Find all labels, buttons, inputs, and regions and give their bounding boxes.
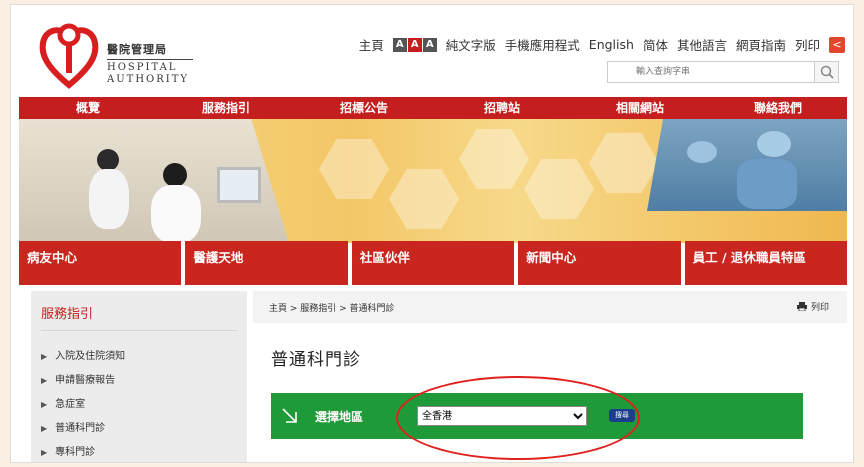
printer-icon xyxy=(796,302,807,311)
hospital-authority-logo-icon[interactable] xyxy=(37,19,101,89)
tab-patients-corner[interactable]: 病友中心 xyxy=(19,241,182,285)
search-button[interactable] xyxy=(814,62,838,82)
sidebar-item-admission[interactable]: ▶ 入院及住院須知 xyxy=(41,345,237,369)
nav-service-guide[interactable]: 服務指引 xyxy=(157,97,295,119)
tab-healthcare-professionals[interactable]: 醫護天地 xyxy=(185,241,348,285)
section-tabs: 病友中心 醫護天地 社區伙伴 新聞中心 員工 / 退休職員特區 xyxy=(19,241,848,285)
tab-news-centre[interactable]: 新聞中心 xyxy=(518,241,681,285)
site-guide-link[interactable]: 網頁指南 xyxy=(736,35,786,54)
banner-photo-surgery xyxy=(647,119,847,211)
sidebar-item-specialist-outpatient[interactable]: ▶ 專科門診 xyxy=(41,441,237,462)
font-medium-button[interactable]: A xyxy=(407,37,422,52)
english-link[interactable]: English xyxy=(589,37,634,52)
nav-contact-us[interactable]: 聯絡我們 xyxy=(709,97,847,119)
print-link[interactable]: 列印 xyxy=(795,35,820,54)
triangle-right-icon: ▶ xyxy=(41,376,48,385)
logo-text: 醫院管理局 HOSPITAL AUTHORITY xyxy=(107,41,193,86)
text-only-link[interactable]: 純文字版 xyxy=(446,35,496,54)
sidebar-item-medical-report[interactable]: ▶ 申請醫療報告 xyxy=(41,369,237,393)
triangle-right-icon: ▶ xyxy=(41,448,48,457)
font-size-switcher: A A A xyxy=(392,37,437,52)
nav-overview[interactable]: 概覽 xyxy=(19,97,157,119)
sidebar-item-emergency[interactable]: ▶ 急症室 xyxy=(41,393,237,417)
main-navigation: 概覽 服務指引 招標公告 招聘站 相關網站 聯絡我們 xyxy=(19,97,847,119)
simplified-chinese-link[interactable]: 简体 xyxy=(643,35,668,54)
search-icon xyxy=(820,65,834,79)
home-link[interactable]: 主頁 xyxy=(359,35,384,54)
tab-staff-retirees[interactable]: 員工 / 退休職員特區 xyxy=(684,241,848,285)
font-small-button[interactable]: A xyxy=(392,37,407,52)
logo-chinese-name: 醫院管理局 xyxy=(107,43,167,56)
site-search xyxy=(607,61,839,83)
sidebar-item-general-outpatient[interactable]: ▶ 普通科門診 xyxy=(41,417,237,441)
highlight-annotation-circle xyxy=(396,376,640,460)
tab-community-partners[interactable]: 社區伙伴 xyxy=(351,241,515,285)
top-utility-nav: 主頁 A A A 純文字版 手機應用程式 English 简体 其他語言 網頁指… xyxy=(359,35,845,54)
triangle-right-icon: ▶ xyxy=(41,352,48,361)
region-label: 選擇地區 xyxy=(315,410,364,424)
share-icon[interactable]: < xyxy=(829,36,845,53)
content-print-button[interactable]: 列印 xyxy=(796,300,829,313)
hero-banner xyxy=(19,119,847,243)
sidebar: 服務指引 ▶ 入院及住院須知 ▶ 申請醫療報告 ▶ 急症室 ▶ 普通科門診 ▶ 專科門診 xyxy=(31,291,247,462)
logo-english-line1: HOSPITAL xyxy=(107,62,178,73)
page-title: 普通科門診 xyxy=(271,350,361,370)
search-input[interactable] xyxy=(608,62,814,82)
nav-tenders[interactable]: 招標公告 xyxy=(295,97,433,119)
nav-related-sites[interactable]: 相關網站 xyxy=(571,97,709,119)
triangle-right-icon: ▶ xyxy=(41,400,48,409)
logo-english-line2: AUTHORITY xyxy=(107,74,189,85)
other-languages-link[interactable]: 其他語言 xyxy=(677,35,727,54)
font-large-button[interactable]: A xyxy=(422,37,437,52)
triangle-right-icon: ▶ xyxy=(41,424,48,433)
mobile-app-link[interactable]: 手機應用程式 xyxy=(505,35,580,54)
sidebar-title: 服務指引 xyxy=(41,303,237,331)
breadcrumb: 主頁 > 服務指引 > 普通科門診 xyxy=(269,304,395,314)
banner-photo-reception xyxy=(19,119,289,243)
nav-careers[interactable]: 招聘站 xyxy=(433,97,571,119)
arrow-down-right-icon xyxy=(282,408,297,423)
